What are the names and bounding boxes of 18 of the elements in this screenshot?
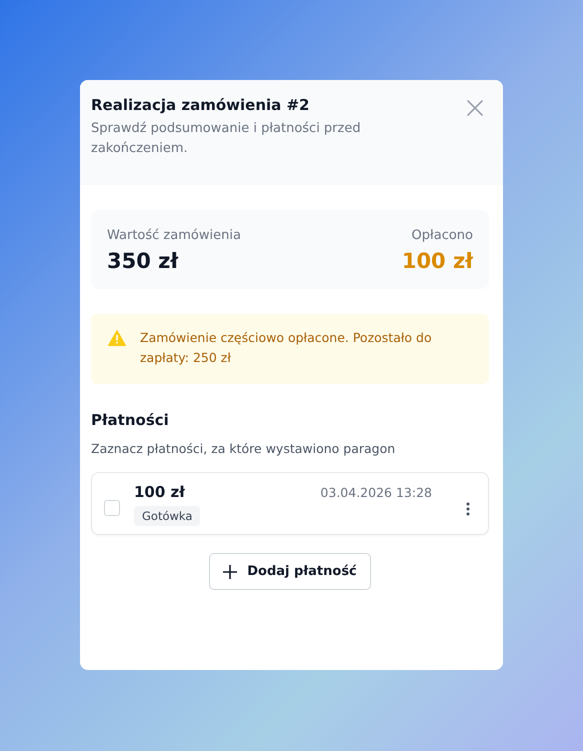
dialog-title: Realizacja zamówienia #2: [91, 96, 310, 114]
section-title: Płatności: [91, 411, 170, 429]
close-icon: [467, 100, 483, 116]
order-value: 350 zł: [107, 249, 180, 273]
payment-method-tag: Gotówka: [134, 506, 200, 526]
plus-icon: [223, 564, 238, 578]
payment-amount: 100 zł: [134, 483, 185, 501]
payment-date: 03.04.2026 13:28: [320, 485, 432, 500]
dialog-subtitle: Sprawdź podsumowanie i płatności przed zakończeniem.: [91, 120, 362, 158]
warning-icon: [108, 330, 126, 346]
section-hint: Zaznacz płatności, za które wystawiono paragon: [91, 441, 396, 456]
order-value-label: Wartość zamówienia: [107, 228, 241, 243]
paid-value: 100 zł: [402, 249, 473, 273]
checkbox[interactable]: [104, 500, 120, 516]
alert-message: Zamówienie częściowo opłacone. Pozostało do zapłaty: 250 zł: [140, 329, 433, 367]
add-payment-button[interactable]: Dodaj płatność: [209, 553, 371, 590]
more-icon: [466, 502, 470, 516]
paid-label: Opłacono: [412, 228, 473, 243]
